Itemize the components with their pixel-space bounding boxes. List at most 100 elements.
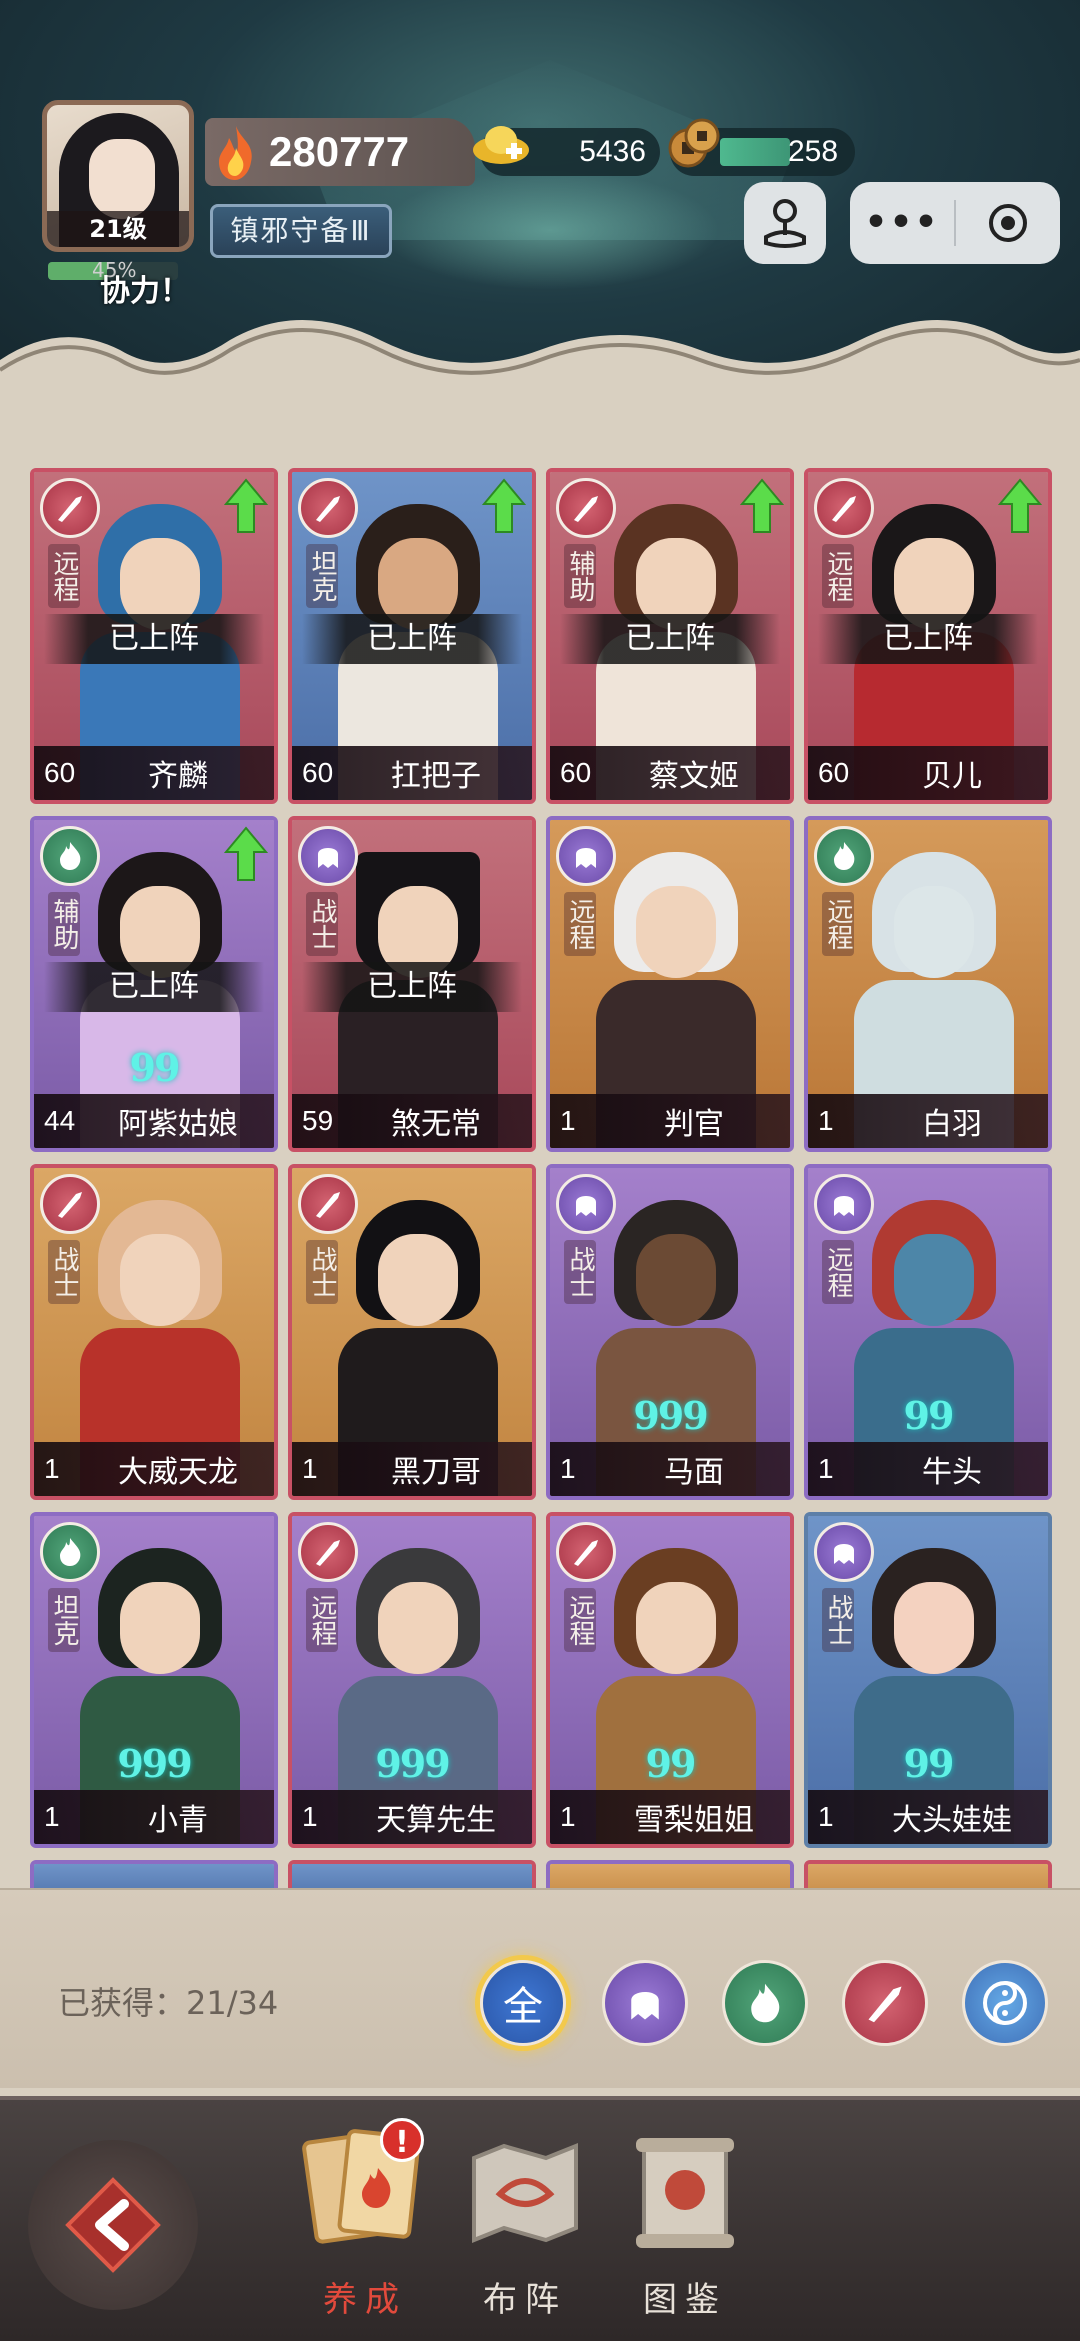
star-rating: 99 bbox=[903, 1393, 955, 1438]
blade-faction-icon bbox=[40, 1174, 100, 1234]
hero-role: 远程 bbox=[564, 1588, 596, 1652]
hero-card[interactable]: 远程 999 1 天算先生 bbox=[288, 1512, 536, 1848]
hero-card[interactable]: 辅助 已上阵 60 蔡文姬 bbox=[546, 468, 794, 804]
hero-name: 小青 bbox=[148, 1803, 208, 1838]
hero-card[interactable]: 远程 99 1 雪梨姐姐 bbox=[546, 1512, 794, 1848]
ingot-value: 5436 bbox=[579, 135, 646, 168]
hero-name: 贝儿 bbox=[922, 759, 982, 794]
deployed-label: 已上阵 bbox=[560, 614, 780, 664]
hero-card[interactable]: 坦克 已上阵 60 扛把子 bbox=[288, 468, 536, 804]
tab-label-codex: 图鉴 bbox=[643, 2280, 727, 2320]
deployed-label: 已上阵 bbox=[44, 962, 264, 1012]
star-rating: 999 bbox=[117, 1741, 192, 1786]
mini-program-capsule: ••• bbox=[850, 182, 1060, 264]
hero-name: 煞无常 bbox=[391, 1107, 481, 1142]
hero-card[interactable]: 战士 99 1 大头娃娃 bbox=[804, 1512, 1052, 1848]
tab-codex[interactable]: 图鉴 bbox=[610, 2118, 760, 2328]
hero-name: 马面 bbox=[664, 1455, 724, 1490]
hero-card[interactable]: 战士 1 大威天龙 bbox=[30, 1164, 278, 1500]
hero-name: 天算先生 bbox=[376, 1803, 496, 1838]
cloud-border-decoration bbox=[0, 320, 1080, 410]
hero-card[interactable]: 坦克 999 1 小青 bbox=[30, 1512, 278, 1848]
hero-role: 远程 bbox=[822, 1240, 854, 1304]
hero-role: 战士 bbox=[822, 1588, 854, 1652]
hero-level: 1 bbox=[560, 1453, 576, 1484]
filter-all-label: 全 bbox=[503, 1984, 543, 2030]
filter-ghost-button[interactable] bbox=[602, 1960, 688, 2046]
hero-card[interactable]: 远程 99 1 牛头 bbox=[804, 1164, 1052, 1500]
hero-name: 白羽 bbox=[922, 1107, 982, 1142]
hero-card[interactable]: 战士 999 1 马面 bbox=[546, 1164, 794, 1500]
blade-faction-icon bbox=[556, 478, 616, 538]
star-rating: 999 bbox=[375, 1741, 450, 1786]
tab-cultivate[interactable]: ! 养成 bbox=[290, 2118, 440, 2328]
filter-taiji-button[interactable] bbox=[962, 1960, 1048, 2046]
tab-label-cultivate: 养成 bbox=[323, 2280, 407, 2320]
blade-faction-icon bbox=[298, 1174, 358, 1234]
blade-icon bbox=[868, 1986, 902, 2023]
gold-ingot-icon bbox=[473, 126, 529, 164]
ghost-faction-icon bbox=[814, 1522, 874, 1582]
hero-card[interactable]: 战士 已上阵 59 煞无常 bbox=[288, 816, 536, 1152]
hero-card[interactable]: 远程 已上阵 60 齐麟 bbox=[30, 468, 278, 804]
star-rating: 99 bbox=[645, 1741, 697, 1786]
hero-nameplate: 1 雪梨姐姐 bbox=[550, 1790, 790, 1844]
tab-formation[interactable]: 布阵 bbox=[450, 2118, 600, 2328]
hero-nameplate: 44 阿紫姑娘 bbox=[34, 1094, 274, 1148]
hero-name: 齐麟 bbox=[148, 759, 208, 794]
more-icon[interactable]: ••• bbox=[850, 182, 954, 264]
deployed-label: 已上阵 bbox=[302, 614, 522, 664]
hero-level: 1 bbox=[302, 1801, 318, 1832]
hero-level: 1 bbox=[818, 1801, 834, 1832]
hero-card[interactable]: 远程 已上阵 60 贝儿 bbox=[804, 468, 1052, 804]
close-target-icon[interactable] bbox=[956, 202, 1060, 244]
upgrade-arrow-icon bbox=[482, 478, 526, 533]
star-rating: 99 bbox=[903, 1741, 955, 1786]
hero-card[interactable]: 远程 1 白羽 bbox=[804, 816, 1052, 1152]
coin-resource[interactable]: 258 bbox=[668, 118, 855, 176]
star-rating: 999 bbox=[633, 1393, 708, 1438]
hero-nameplate: 1 黑刀哥 bbox=[292, 1442, 532, 1496]
hero-level: 1 bbox=[44, 1453, 60, 1484]
hero-nameplate: 1 马面 bbox=[550, 1442, 790, 1496]
hero-nameplate: 60 贝儿 bbox=[808, 746, 1048, 800]
hero-role: 战士 bbox=[306, 1240, 338, 1304]
upgrade-arrow-icon bbox=[224, 478, 268, 533]
hero-nameplate: 1 大威天龙 bbox=[34, 1442, 274, 1496]
deployed-label: 已上阵 bbox=[44, 614, 264, 664]
back-button[interactable] bbox=[28, 2140, 198, 2310]
notification-badge: ! bbox=[380, 2118, 424, 2162]
hero-card[interactable]: 辅助 已上阵 99 44 阿紫姑娘 bbox=[30, 816, 278, 1152]
blade-faction-icon bbox=[298, 1522, 358, 1582]
player-avatar[interactable]: 21级 bbox=[42, 100, 194, 252]
ghost-faction-icon bbox=[556, 826, 616, 886]
blade-faction-icon bbox=[556, 1522, 616, 1582]
joystick-button[interactable] bbox=[744, 182, 826, 264]
hero-nameplate: 60 扛把子 bbox=[292, 746, 532, 800]
hero-nameplate: 60 齐麟 bbox=[34, 746, 274, 800]
deployed-label: 已上阵 bbox=[818, 614, 1038, 664]
flame-icon bbox=[751, 1983, 780, 2023]
taiji-icon bbox=[983, 1981, 1027, 2025]
hero-level: 59 bbox=[302, 1105, 334, 1136]
hero-card[interactable]: 远程 1 判官 bbox=[546, 816, 794, 1152]
hero-nameplate: 1 判官 bbox=[550, 1094, 790, 1148]
joystick-icon bbox=[764, 199, 806, 248]
hero-card[interactable]: 战士 1 黑刀哥 bbox=[288, 1164, 536, 1500]
scroll-map-icon bbox=[472, 2143, 578, 2243]
hero-level: 60 bbox=[560, 757, 592, 788]
tab-label-formation: 布阵 bbox=[483, 2280, 567, 2320]
hero-role: 战士 bbox=[48, 1240, 80, 1304]
hero-level: 1 bbox=[302, 1453, 318, 1484]
filter-blade-button[interactable] bbox=[842, 1960, 928, 2046]
filter-flame-button[interactable] bbox=[722, 1960, 808, 2046]
obtained-count: 已获得：21/34 bbox=[58, 1984, 279, 2022]
ingot-resource[interactable]: 5436 bbox=[473, 126, 660, 176]
hero-role: 远程 bbox=[48, 544, 80, 608]
coin-value: 258 bbox=[788, 135, 839, 168]
hero-level: 1 bbox=[44, 1801, 60, 1832]
ghost-faction-icon bbox=[814, 1174, 874, 1234]
rank-title-badge[interactable]: 镇邪守备Ⅲ bbox=[210, 204, 392, 258]
filter-all-button[interactable]: 全 bbox=[480, 1960, 566, 2046]
hero-nameplate: 1 牛头 bbox=[808, 1442, 1048, 1496]
